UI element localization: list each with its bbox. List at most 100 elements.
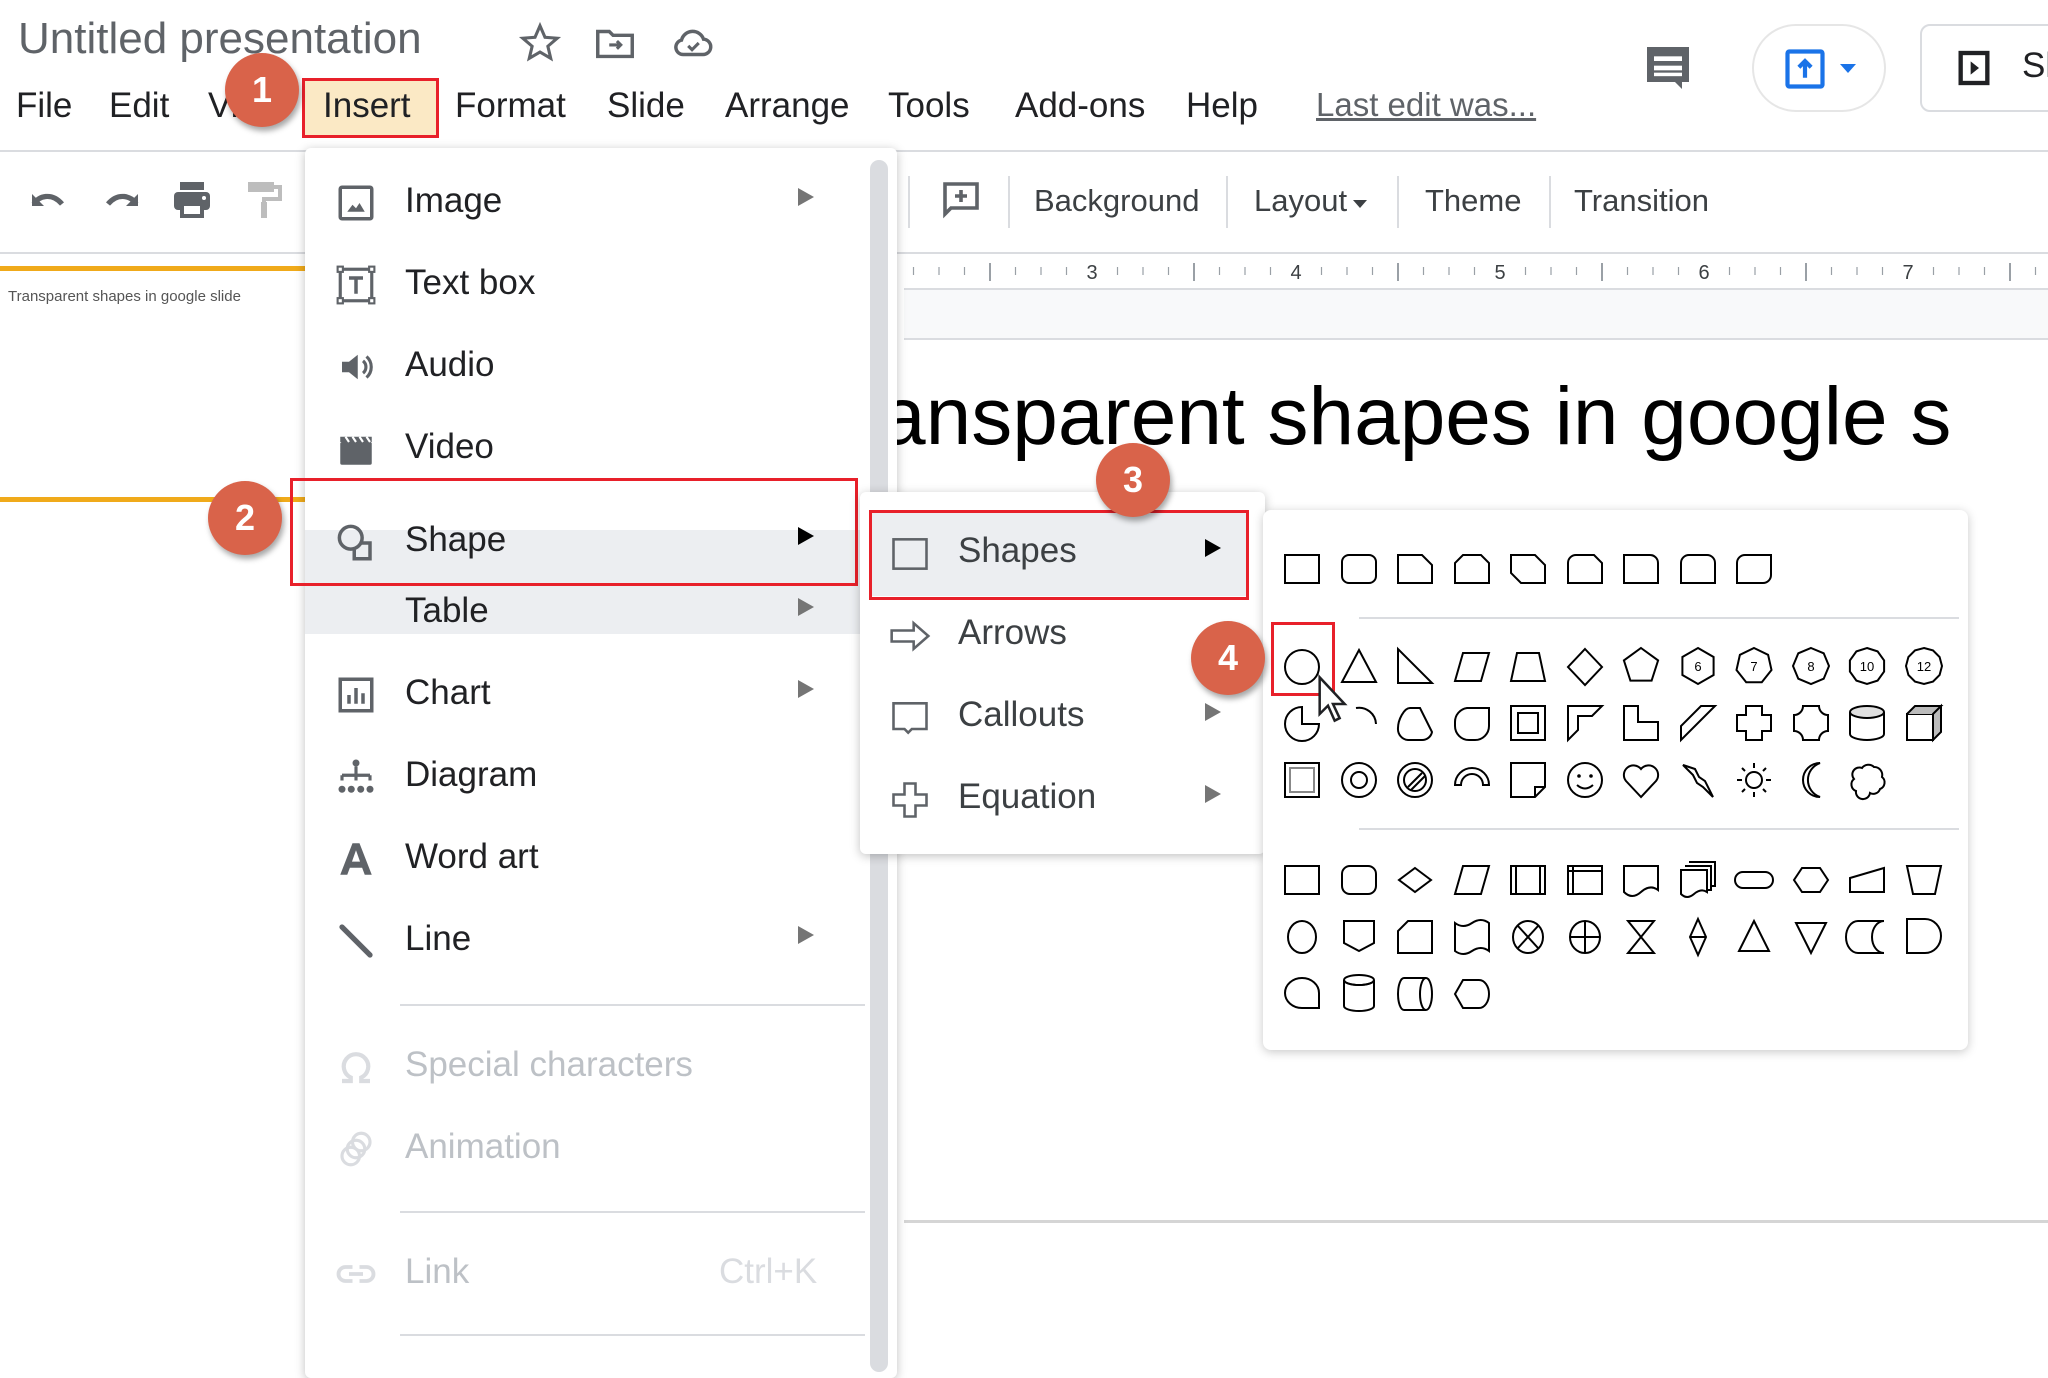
layout-button[interactable]: Layout xyxy=(1254,183,1347,219)
shape-no-symbol[interactable] xyxy=(1390,755,1440,805)
shape-snip-same-side[interactable] xyxy=(1447,543,1497,593)
menu-slide[interactable]: Slide xyxy=(607,86,685,126)
shape-sequential-access[interactable] xyxy=(1277,968,1327,1018)
shape-merge[interactable] xyxy=(1786,911,1836,961)
shape-bevel[interactable] xyxy=(1277,755,1327,805)
shape-snip-round-single[interactable] xyxy=(1560,543,1610,593)
shape-data[interactable] xyxy=(1447,854,1497,904)
shape-diamond[interactable] xyxy=(1560,641,1610,691)
menu-arrange[interactable]: Arrange xyxy=(725,86,850,126)
insert-animation[interactable]: Animation xyxy=(305,1108,865,1190)
document-title[interactable]: Untitled presentation xyxy=(18,14,422,64)
shape-submenu-callouts[interactable]: Callouts xyxy=(860,676,1265,758)
shape-direct-access[interactable] xyxy=(1390,968,1440,1018)
shape-sun[interactable] xyxy=(1729,755,1779,805)
shape-cube[interactable] xyxy=(1899,698,1949,748)
menu-file[interactable]: File xyxy=(16,86,72,126)
slide-title-text[interactable]: ansparent shapes in google s xyxy=(880,370,1951,464)
insert-link[interactable]: Link Ctrl+K xyxy=(305,1233,865,1315)
shape-heptagon-7[interactable]: 7 xyxy=(1729,641,1779,691)
cloud-saved-icon[interactable] xyxy=(670,20,716,66)
move-to-folder-icon[interactable] xyxy=(592,20,638,66)
shape-rounded-rectangle[interactable] xyxy=(1334,543,1384,593)
shape-trapezoid[interactable] xyxy=(1503,641,1553,691)
shape-decision[interactable] xyxy=(1390,854,1440,904)
shape-cloud[interactable] xyxy=(1842,755,1892,805)
shape-half-frame[interactable] xyxy=(1560,698,1610,748)
insert-chart[interactable]: Chart xyxy=(305,654,865,736)
share-present-button[interactable] xyxy=(1752,24,1886,112)
redo-icon[interactable] xyxy=(98,176,146,224)
shape-or[interactable] xyxy=(1560,911,1610,961)
shape-manual-input[interactable] xyxy=(1842,854,1892,904)
shape-snip-diagonal[interactable] xyxy=(1503,543,1553,593)
shape-round-single-corner[interactable] xyxy=(1616,543,1666,593)
shape-folded-corner[interactable] xyxy=(1503,755,1553,805)
shape-display[interactable] xyxy=(1447,968,1497,1018)
insert-text-box[interactable]: Text box xyxy=(305,244,865,326)
shape-dodecagon-12[interactable]: 12 xyxy=(1899,641,1949,691)
insert-audio[interactable]: Audio xyxy=(305,326,865,408)
shape-manual-operation[interactable] xyxy=(1899,854,1949,904)
shape-diagonal-stripe[interactable] xyxy=(1673,698,1723,748)
shape-l-shape[interactable] xyxy=(1616,698,1666,748)
shape-round-diagonal[interactable] xyxy=(1729,543,1779,593)
shape-octagon-8[interactable]: 8 xyxy=(1786,641,1836,691)
shape-terminator[interactable] xyxy=(1729,854,1779,904)
star-icon[interactable] xyxy=(517,20,563,66)
shape-connector[interactable] xyxy=(1277,911,1327,961)
theme-button[interactable]: Theme xyxy=(1425,183,1521,219)
shape-internal-storage[interactable] xyxy=(1560,854,1610,904)
undo-icon[interactable] xyxy=(24,176,72,224)
shape-parallelogram[interactable] xyxy=(1447,641,1497,691)
shape-can[interactable] xyxy=(1842,698,1892,748)
shape-heart[interactable] xyxy=(1616,755,1666,805)
shape-collate[interactable] xyxy=(1616,911,1666,961)
shape-process[interactable] xyxy=(1277,854,1327,904)
menu-format[interactable]: Format xyxy=(455,86,566,126)
shape-sort[interactable] xyxy=(1673,911,1723,961)
shape-delay[interactable] xyxy=(1899,911,1949,961)
shape-off-page-connector[interactable] xyxy=(1334,911,1384,961)
shape-lightning[interactable] xyxy=(1673,755,1723,805)
menu-tools[interactable]: Tools xyxy=(888,86,970,126)
shape-pentagon[interactable] xyxy=(1616,641,1666,691)
paint-format-icon[interactable] xyxy=(240,176,288,224)
shape-punched-tape[interactable] xyxy=(1447,911,1497,961)
shape-frame-round[interactable] xyxy=(1447,698,1497,748)
shape-predefined-process[interactable] xyxy=(1503,854,1553,904)
transition-button[interactable]: Transition xyxy=(1574,183,1709,219)
insert-line[interactable]: Line xyxy=(305,900,865,982)
shape-stored-data[interactable] xyxy=(1842,911,1892,961)
shape-plus[interactable] xyxy=(1729,698,1779,748)
shape-magnetic-disk[interactable] xyxy=(1334,968,1384,1018)
background-button[interactable]: Background xyxy=(1034,183,1199,219)
shape-preparation[interactable] xyxy=(1786,854,1836,904)
speaker-notes-area[interactable] xyxy=(904,1220,2048,1375)
shape-donut[interactable] xyxy=(1334,755,1384,805)
insert-image[interactable]: Image xyxy=(305,162,865,244)
insert-word-art[interactable]: Word art xyxy=(305,818,865,900)
insert-diagram[interactable]: Diagram xyxy=(305,736,865,818)
shape-rectangle[interactable] xyxy=(1277,543,1327,593)
shape-smiley[interactable] xyxy=(1560,755,1610,805)
menu-addons[interactable]: Add-ons xyxy=(1015,86,1145,126)
horizontal-ruler[interactable]: 3 4 5 6 7 xyxy=(904,254,2048,288)
shape-alternate-process[interactable] xyxy=(1334,854,1384,904)
menu-insert[interactable]: Insert xyxy=(323,86,411,126)
shape-teardrop[interactable] xyxy=(1390,698,1440,748)
shape-moon[interactable] xyxy=(1786,755,1836,805)
shape-summing-junction[interactable] xyxy=(1503,911,1553,961)
shape-frame[interactable] xyxy=(1503,698,1553,748)
shape-plaque[interactable] xyxy=(1786,698,1836,748)
menu-help[interactable]: Help xyxy=(1186,86,1258,126)
shape-round-same-side[interactable] xyxy=(1673,543,1723,593)
menu-edit[interactable]: Edit xyxy=(109,86,169,126)
shape-block-arc[interactable] xyxy=(1447,755,1497,805)
comments-icon[interactable] xyxy=(1640,40,1696,96)
shape-snip-single-corner[interactable] xyxy=(1390,543,1440,593)
shape-extract[interactable] xyxy=(1729,911,1779,961)
shape-card[interactable] xyxy=(1390,911,1440,961)
shape-decagon-10[interactable]: 10 xyxy=(1842,641,1892,691)
add-comment-icon[interactable] xyxy=(937,176,985,224)
